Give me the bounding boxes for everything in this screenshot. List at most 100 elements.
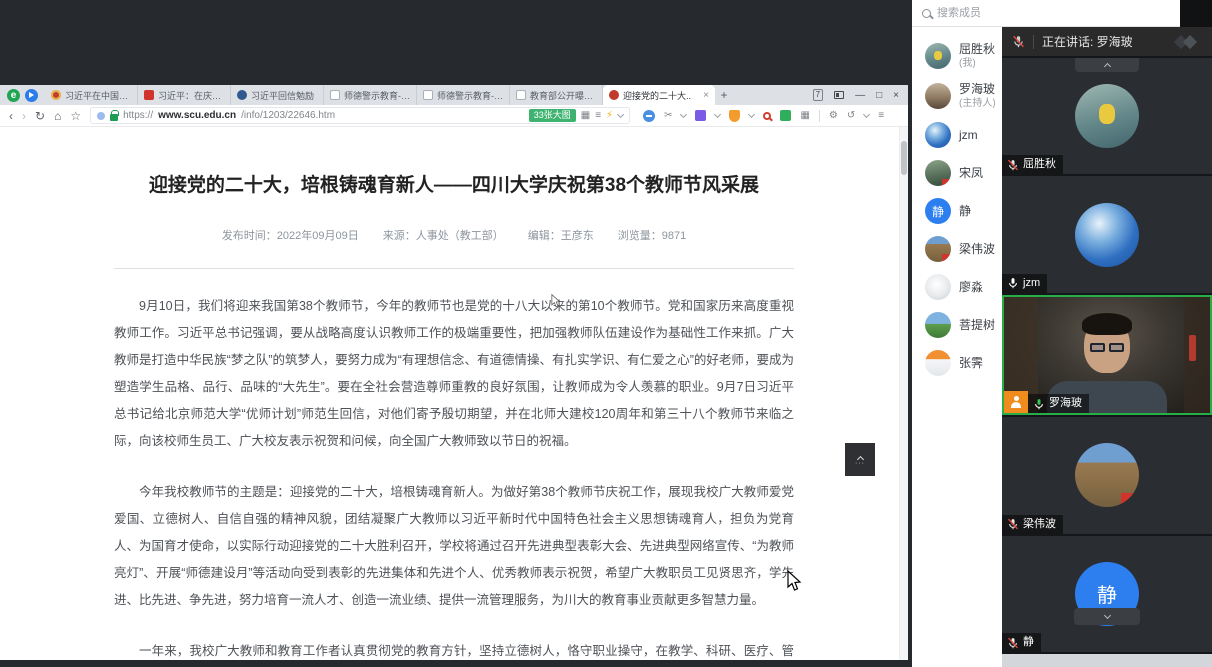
close-window-button[interactable]: × [893,90,899,101]
video-tile-jzm[interactable]: jzm [1002,176,1212,293]
tab-label: 习近平：在庆祝中国 [158,90,224,101]
divider [818,109,820,122]
reader-list-icon[interactable]: ≡ [595,110,601,121]
avatar [925,83,951,109]
article-editor: 编辑：王彦东 [527,229,594,242]
member-row[interactable]: 张霁 [912,344,1002,382]
article-title: 迎接党的二十大，培根铸魂育新人——四川大学庆祝第38个教师节风采展 [148,175,760,196]
scroll-down-button[interactable] [1074,608,1140,626]
home-button[interactable]: ⌂ [54,110,61,122]
browser-logo-icon[interactable]: e [7,88,20,102]
chevron-down-icon[interactable] [617,110,625,119]
member-row[interactable]: 梁伟波 [912,230,1002,268]
browser-tab-3[interactable]: 习近平回信勉励 [231,85,324,105]
screenshot-scissors-icon[interactable]: ✂ [664,110,672,121]
menu-icon[interactable]: ≡ [878,110,884,121]
member-row[interactable]: 屈胜秋 (我) [912,36,1002,76]
article-source: 来源：人事处（教工部） [382,229,504,242]
images-count-badge[interactable]: 33张大图 [528,109,576,122]
scrollbar-thumb[interactable] [901,141,907,175]
tile-name: 罗海玻 [1049,397,1082,410]
security-shield-icon[interactable] [729,109,741,122]
browser-tab-5[interactable]: 师德警示教育-四川大 [417,85,510,105]
scu-seal-icon [609,90,619,100]
video-tile-luohaibo-speaking[interactable]: 罗海玻 [1002,294,1212,416]
tab-close-icon[interactable]: × [703,90,709,101]
back-button[interactable]: ‹ [9,110,13,122]
scroll-up-button[interactable] [1075,58,1139,72]
member-tag: (主持人) [959,98,996,109]
search-icon [922,8,931,18]
forward-button[interactable]: › [22,110,26,122]
window-controls: 7 — □ × [804,89,908,101]
video-tile-qushengqiu[interactable]: 屈胜秋 [1002,58,1212,175]
chevron-down-icon[interactable] [680,110,688,119]
avatar [1075,202,1139,267]
article: 迎接党的二十大，培根铸魂育新人——四川大学庆祝第38个教师节风采展 发布时间：2… [114,127,794,660]
refresh-button[interactable]: ↻ [35,110,45,122]
name-chip: 静 [1002,633,1041,653]
search-extension-icon[interactable] [763,111,772,120]
browser-tab-1[interactable]: 习近平在中国人民大 [45,85,138,105]
search-input[interactable] [937,7,1137,19]
member-search-bar [912,0,1180,27]
avatar [925,236,951,262]
divider [1033,34,1034,49]
member-name: 张霁 [959,355,984,370]
chevron-down-icon[interactable] [748,110,756,119]
notes-extension-icon[interactable] [780,110,792,121]
chevron-down-icon[interactable] [714,110,722,119]
browser-tab-6[interactable]: 教育部公开曝光第十 [510,85,603,105]
bookmark-star-icon[interactable]: ☆ [70,110,81,122]
new-tab-button[interactable]: + [715,88,733,102]
back-to-top-button[interactable]: ··· [845,443,875,476]
panel-icon[interactable] [834,91,845,99]
member-row[interactable]: 菩提树 [912,306,1002,344]
settings-gear-icon[interactable]: ⚙ [829,110,838,121]
site-icon [97,111,106,120]
member-row[interactable]: 罗海玻 (主持人) [912,76,1002,116]
toolbar-extensions: ✂ ▦ ⚙ ↺ ≡ [643,109,884,122]
browser-tab-2[interactable]: 习近平：在庆祝中国 [138,85,231,105]
view-count: 浏览量：9871 [617,229,687,242]
browser-tab-active[interactable]: 迎接党的二十大.. × [603,85,715,105]
avatar [1075,84,1139,149]
mic-muted-icon [1008,159,1018,171]
lightning-icon[interactable]: ⚡ [606,110,613,121]
member-row[interactable]: 宋凤 [912,154,1002,192]
publish-date: 发布时间：2022年09月09日 [221,229,359,242]
document-icon [330,90,340,100]
speaking-label: 正在讲话: 罗海玻 [1042,35,1133,49]
member-name: 宋凤 [959,165,984,180]
member-row[interactable]: 廖淼 [912,268,1002,306]
history-undo-icon[interactable]: ↺ [847,110,855,121]
extension-purple-icon[interactable] [695,110,707,121]
article-paragraph: 今年我校教师节的主题是：迎接党的二十大，培根铸魂育新人。为做好第38个教师节庆祝… [114,484,794,607]
tab-label: 习近平回信勉励 [251,90,315,101]
minimize-button[interactable]: — [855,90,865,101]
panel-bottom-edge [1002,654,1212,667]
adblock-icon[interactable] [643,109,656,122]
presenter-badge-icon [1004,391,1028,414]
chevron-down-icon[interactable] [863,110,871,119]
article-paragraph: 一年来，我校广大教师和教育工作者认真贯彻党的教育方针，坚持立德树人，恪守职业操守… [139,643,794,658]
browser-tab-strip: e 习近平在中国人民大 习近平：在庆祝中国 习近平回信勉励 师德警示教育-四川大 [0,85,908,105]
grid-view-icon[interactable]: ▦ [581,110,590,121]
apps-grid-icon[interactable]: ▦ [800,110,809,121]
video-tile-jing[interactable]: 静 静 [1002,535,1212,653]
maximize-button[interactable]: □ [876,90,882,101]
member-row[interactable]: 静 静 [912,192,1002,230]
video-tile-liangweibo[interactable]: 梁伟波 [1002,417,1212,534]
page-scrollbar[interactable] [899,127,908,660]
avatar [925,350,951,376]
member-row[interactable]: jzm [912,116,1002,154]
browser-send-icon[interactable] [25,88,38,102]
tab-count-badge[interactable]: 7 [812,89,824,101]
avatar [925,160,951,186]
browser-tab-4[interactable]: 师德警示教育-四川大 [324,85,417,105]
avatar [925,43,951,69]
address-bar[interactable]: https:// www.scu.edu.cn/info/1203/22646.h… [90,107,631,124]
mic-muted-icon [1008,518,1018,530]
webpage-content: 迎接党的二十大，培根铸魂育新人——四川大学庆祝第38个教师节风采展 发布时间：2… [0,127,908,660]
mouse-cursor-ghost [551,294,561,308]
